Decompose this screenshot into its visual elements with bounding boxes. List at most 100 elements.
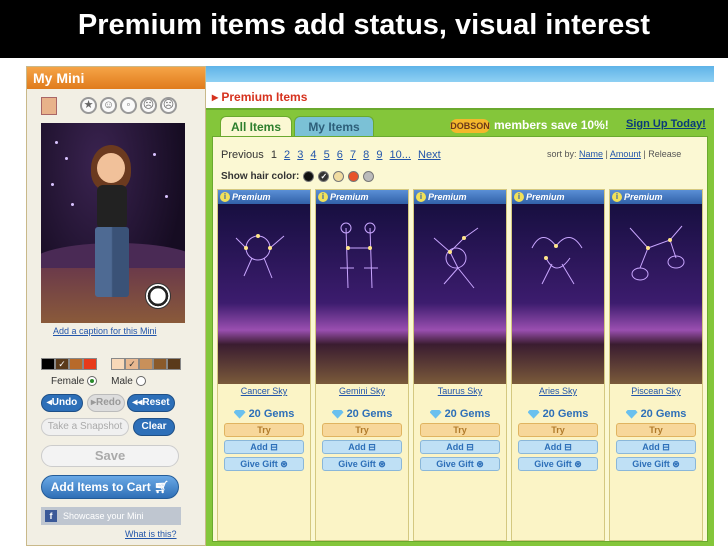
showcase-button[interactable]: f Showcase your Mini xyxy=(41,507,181,525)
mini-avatar-preview xyxy=(41,123,185,323)
smile-face-icon[interactable]: ☺ xyxy=(100,97,117,114)
gem-icon xyxy=(429,409,442,419)
hair-color-dark[interactable]: ✓ xyxy=(318,171,330,182)
try-button[interactable]: Try xyxy=(616,423,696,437)
item-preview-image[interactable] xyxy=(512,204,604,384)
try-button[interactable]: Try xyxy=(224,423,304,437)
cart-icon: ⊟ xyxy=(662,442,670,452)
item-preview-image[interactable] xyxy=(316,204,408,384)
swatch[interactable] xyxy=(83,358,97,370)
sad-face-icon[interactable]: ☹ xyxy=(160,97,177,114)
item-name-link[interactable]: Piscean Sky xyxy=(610,386,702,396)
swatch[interactable] xyxy=(139,358,153,370)
try-button[interactable]: Try xyxy=(420,423,500,437)
sign-up-link[interactable]: Sign Up Today! xyxy=(626,118,706,130)
add-button[interactable]: Add ⊟ xyxy=(518,440,598,454)
item-preview-image[interactable] xyxy=(218,204,310,384)
swatch[interactable] xyxy=(167,358,181,370)
reset-button[interactable]: ◂◂Reset xyxy=(127,394,175,412)
undo-button[interactable]: ◂Undo xyxy=(41,394,83,412)
premium-badge: i Premium xyxy=(414,190,506,204)
item-name-link[interactable]: Cancer Sky xyxy=(218,386,310,396)
premium-badge: i Premium xyxy=(218,190,310,204)
item-name-link[interactable]: Aries Sky xyxy=(512,386,604,396)
redo-button[interactable]: ▸Redo xyxy=(87,394,125,412)
give-gift-button[interactable]: Give Gift ⊛ xyxy=(322,457,402,471)
neutral-face-icon[interactable]: ◦ xyxy=(120,97,137,114)
add-button[interactable]: Add ⊟ xyxy=(420,440,500,454)
sort-amount-link[interactable]: Amount xyxy=(610,149,641,159)
page-link[interactable]: 6 xyxy=(337,149,343,161)
save-button[interactable]: Save xyxy=(41,445,179,467)
add-caption-link[interactable]: Add a caption for this Mini xyxy=(53,326,157,336)
info-icon[interactable]: i xyxy=(416,192,426,202)
item-preview-image[interactable] xyxy=(610,204,702,384)
swatch-gap xyxy=(97,358,111,370)
next-link[interactable]: Next xyxy=(418,149,441,161)
panel-header: My Mini xyxy=(27,67,205,89)
page-link[interactable]: 4 xyxy=(310,149,316,161)
page-link[interactable]: 9 xyxy=(376,149,382,161)
cart-icon: ⊟ xyxy=(466,442,474,452)
give-gift-button[interactable]: Give Gift ⊛ xyxy=(518,457,598,471)
give-gift-button[interactable]: Give Gift ⊛ xyxy=(420,457,500,471)
give-gift-button[interactable]: Give Gift ⊛ xyxy=(616,457,696,471)
item-cards: i Premium Cancer Sky 20 Gems Try Add ⊟ Give Gi… xyxy=(217,189,703,541)
sort-name-link[interactable]: Name xyxy=(579,149,603,159)
item-price: 20 Gems xyxy=(414,408,506,420)
soccer-ball-icon xyxy=(145,283,171,309)
swatch-selected[interactable]: ✓ xyxy=(55,358,69,370)
swatch-selected[interactable]: ✓ xyxy=(125,358,139,370)
gift-icon: ⊛ xyxy=(574,459,582,469)
page-link[interactable]: 2 xyxy=(284,149,290,161)
item-price: 20 Gems xyxy=(512,408,604,420)
info-icon[interactable]: i xyxy=(514,192,524,202)
hair-color-black[interactable] xyxy=(303,171,315,182)
add-button[interactable]: Add ⊟ xyxy=(616,440,696,454)
item-preview-image[interactable] xyxy=(414,204,506,384)
page-link[interactable]: 7 xyxy=(350,149,356,161)
hair-color-filter: Show hair color: ✓ xyxy=(221,171,375,182)
items-container: Previous 1 2 3 4 5 6 7 8 9 10... Next so… xyxy=(212,136,708,542)
item-name-link[interactable]: Gemini Sky xyxy=(316,386,408,396)
swatch[interactable] xyxy=(153,358,167,370)
give-gift-button[interactable]: Give Gift ⊛ xyxy=(224,457,304,471)
premium-badge: i Premium xyxy=(610,190,702,204)
add-to-cart-button[interactable]: Add Items to Cart 🛒︎ xyxy=(41,475,179,499)
page-link[interactable]: 8 xyxy=(363,149,369,161)
try-button[interactable]: Try xyxy=(322,423,402,437)
add-button[interactable]: Add ⊟ xyxy=(224,440,304,454)
info-icon[interactable]: i xyxy=(220,192,230,202)
swatch[interactable] xyxy=(69,358,83,370)
sort-release-link[interactable]: Release xyxy=(648,149,681,159)
tab-all-items[interactable]: All Items xyxy=(220,116,292,138)
member-promo: DOBSON members save 10%! xyxy=(450,118,609,133)
hair-color-blonde[interactable] xyxy=(333,171,345,182)
page-link[interactable]: 3 xyxy=(297,149,303,161)
female-radio[interactable] xyxy=(87,376,98,387)
female-label: Female xyxy=(51,376,85,387)
frown-face-icon[interactable]: ☹ xyxy=(140,97,157,114)
previous-link[interactable]: Previous xyxy=(221,149,264,161)
try-button[interactable]: Try xyxy=(518,423,598,437)
sort-controls: sort by: Name | Amount | Release xyxy=(547,149,682,159)
swatch[interactable] xyxy=(111,358,125,370)
page-link[interactable]: 5 xyxy=(324,149,330,161)
male-radio[interactable] xyxy=(135,376,146,387)
my-mini-panel: My Mini ★ ☺ ◦ ☹ ☹ Add a caption for this… xyxy=(26,66,206,546)
add-button[interactable]: Add ⊟ xyxy=(322,440,402,454)
page-link[interactable]: 10... xyxy=(390,149,411,161)
info-icon[interactable]: i xyxy=(612,192,622,202)
hair-color-red[interactable] xyxy=(348,171,360,182)
section-bar: ▸ Premium Items xyxy=(206,82,714,110)
swatch[interactable] xyxy=(41,358,55,370)
avatar-thumbnail[interactable] xyxy=(41,97,57,115)
clear-button[interactable]: Clear xyxy=(133,418,175,436)
item-name-link[interactable]: Taurus Sky xyxy=(414,386,506,396)
info-icon[interactable]: i xyxy=(318,192,328,202)
tab-my-items[interactable]: My Items xyxy=(294,116,374,138)
snapshot-button[interactable]: Take a Snapshot xyxy=(41,418,129,436)
star-face-icon[interactable]: ★ xyxy=(80,97,97,114)
hair-color-gray[interactable] xyxy=(363,171,375,182)
what-is-this-link[interactable]: What is this? xyxy=(125,529,177,539)
